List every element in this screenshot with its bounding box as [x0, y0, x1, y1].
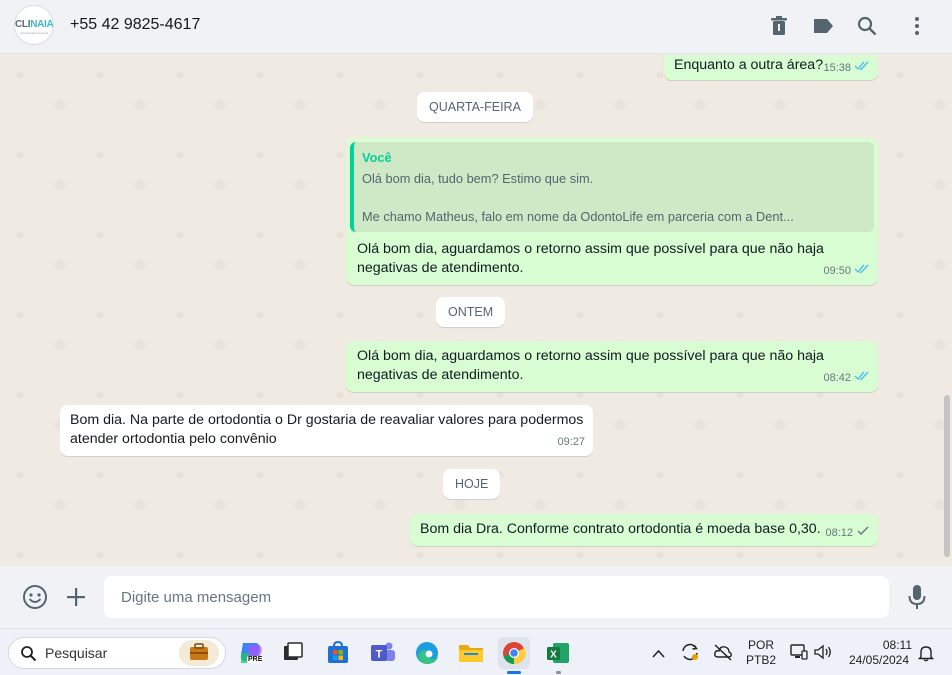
chrome-browser-icon[interactable] — [498, 637, 530, 674]
file-explorer-icon[interactable] — [455, 637, 487, 669]
delete-icon[interactable] — [767, 14, 791, 38]
message-composer — [0, 566, 952, 628]
message-time: 15:38 — [823, 62, 851, 74]
date-separator: QUARTA-FEIRA — [417, 92, 533, 122]
message-text: Olá bom dia, aguardamos o retorno assim … — [357, 241, 824, 276]
double-check-icon — [854, 59, 870, 78]
message-text: Bom dia Dra. Conforme contrato ortodonti… — [420, 521, 821, 537]
message-outgoing[interactable]: Enquanto a outra área? 15:38 — [664, 55, 878, 80]
message-incoming[interactable]: Bom dia. Na parte de ortodontia o Dr gos… — [60, 405, 593, 456]
show-hidden-icons-chevron-icon[interactable] — [652, 645, 665, 663]
excel-icon[interactable]: X — [542, 637, 574, 674]
chat-header: CLINAIA odontologia integrada +55 42 982… — [0, 0, 952, 54]
message-outgoing-reply[interactable]: Você Olá bom dia, tudo bem? Estimo que s… — [346, 138, 878, 285]
message-input[interactable] — [104, 576, 889, 618]
notification-bell-icon[interactable] — [917, 644, 935, 667]
message-time: 08:42 — [823, 372, 851, 384]
keyboard-layout: PTB2 — [745, 653, 776, 667]
label-tag-icon[interactable] — [811, 14, 835, 38]
menu-kebab-icon[interactable] — [905, 14, 929, 38]
clock-date: 24/05/2024 — [848, 653, 910, 667]
quoted-author: Você — [362, 150, 392, 165]
search-icon — [20, 645, 37, 667]
date-separator: ONTEM — [436, 297, 506, 327]
double-check-icon — [854, 262, 870, 281]
quoted-text-line: Me chamo Matheus, falo em nome da Odonto… — [362, 209, 794, 224]
copilot-app-icon[interactable]: PRE — [235, 637, 267, 669]
preview-badge: PRE — [247, 656, 264, 663]
date-separator: HOJE — [443, 469, 501, 499]
contact-avatar[interactable]: CLINAIA odontologia integrada — [14, 5, 54, 45]
svg-text:T: T — [376, 649, 383, 661]
double-check-icon — [854, 369, 870, 388]
avatar-logo-subtitle: odontologia integrada — [19, 31, 49, 35]
sync-icon[interactable] — [680, 642, 700, 667]
os-taskbar: Pesquisar PRE T X POR PTB2 08:11 24/05/2… — [0, 628, 952, 675]
message-meta: 15:38 — [823, 59, 870, 78]
chat-scrollbar[interactable] — [944, 395, 950, 557]
quoted-message[interactable]: Você Olá bom dia, tudo bem? Estimo que s… — [350, 142, 874, 232]
teams-icon[interactable]: T — [367, 637, 399, 669]
task-view-icon[interactable] — [277, 637, 309, 669]
avatar-logo: CLINAIA — [15, 19, 54, 30]
taskbar-search[interactable]: Pesquisar — [8, 637, 226, 669]
single-check-icon — [856, 524, 870, 543]
system-clock[interactable]: 08:11 24/05/2024 — [842, 638, 916, 668]
contact-name[interactable]: +55 42 9825-4617 — [70, 16, 200, 34]
message-meta: 09:50 — [823, 262, 870, 281]
active-app-indicator — [507, 671, 521, 674]
message-list[interactable]: Enquanto a outra área? 15:38 QUARTA-FEIR… — [0, 55, 952, 566]
message-outgoing[interactable]: Olá bom dia, aguardamos o retorno assim … — [346, 341, 878, 392]
attach-plus-icon[interactable] — [65, 586, 87, 608]
search-icon[interactable] — [855, 14, 879, 38]
edge-browser-icon[interactable] — [411, 637, 443, 669]
volume-icon[interactable] — [813, 643, 833, 666]
input-language-indicator[interactable]: POR PTB2 — [742, 638, 780, 668]
emoji-icon[interactable] — [22, 584, 48, 610]
taskbar-search-label: Pesquisar — [45, 645, 108, 661]
message-text: Bom dia. Na parte de ortodontia o Dr gos… — [70, 412, 584, 447]
message-text: Enquanto a outra área? — [674, 57, 824, 73]
message-meta: 09:27 — [557, 433, 585, 452]
message-time: 09:27 — [557, 436, 585, 448]
microphone-icon[interactable] — [907, 584, 927, 610]
message-meta: 08:42 — [823, 369, 870, 388]
briefcase-icon — [179, 640, 219, 666]
svg-text:X: X — [550, 650, 557, 661]
message-meta: 08:12 — [825, 524, 870, 543]
message-text: Olá bom dia, aguardamos o retorno assim … — [357, 348, 824, 383]
language-code: POR — [747, 638, 774, 652]
quoted-text-line: Olá bom dia, tudo bem? Estimo que sim. — [362, 171, 594, 186]
clock-time: 08:11 — [882, 638, 912, 652]
running-app-indicator — [556, 671, 561, 674]
message-outgoing[interactable]: Bom dia Dra. Conforme contrato ortodonti… — [410, 514, 878, 546]
cloud-offline-icon[interactable] — [713, 643, 733, 666]
microsoft-store-icon[interactable] — [322, 637, 354, 669]
network-icon[interactable] — [789, 643, 809, 666]
message-time: 09:50 — [823, 265, 851, 277]
message-time: 08:12 — [825, 527, 853, 539]
